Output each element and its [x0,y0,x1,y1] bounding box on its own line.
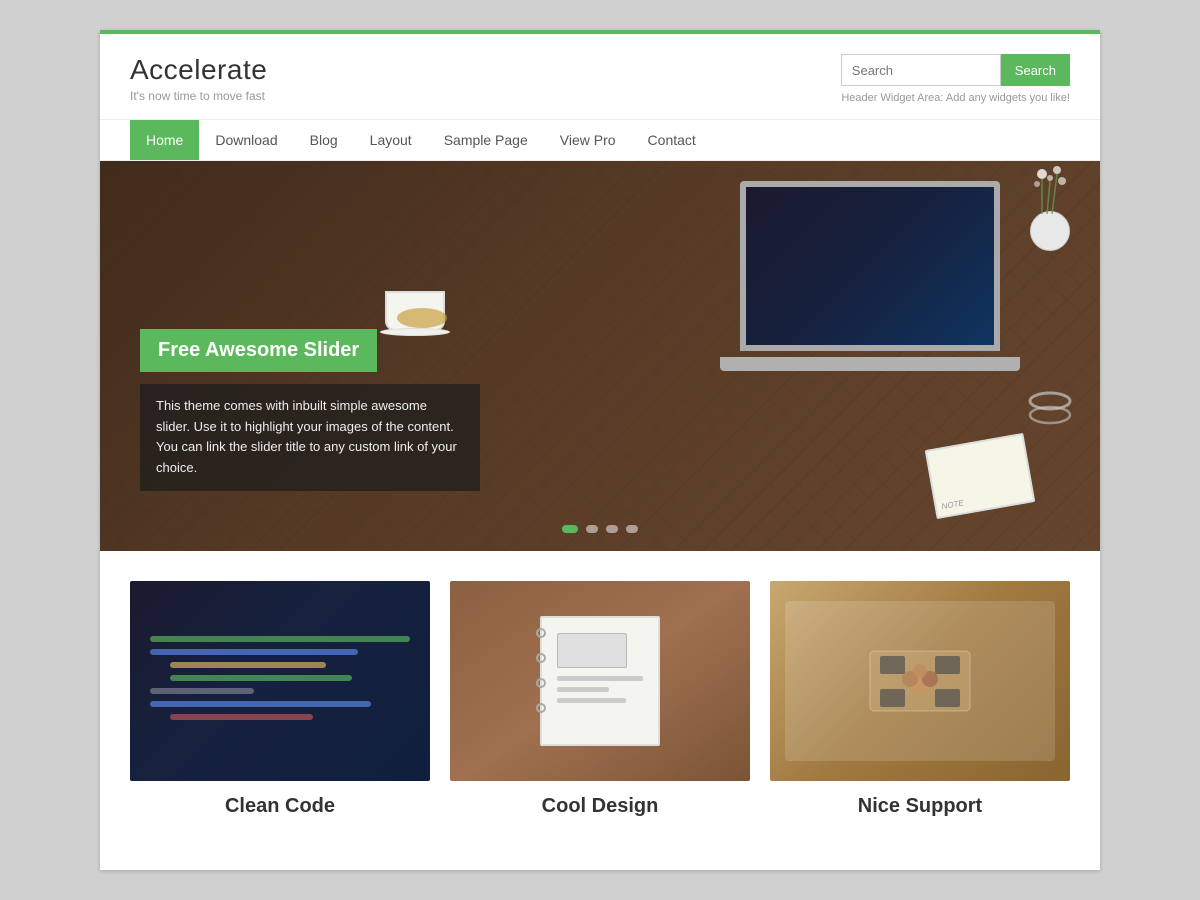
nav-link-blog[interactable]: Blog [294,120,354,160]
wireframe-lines [542,618,658,724]
cup-tea [397,308,447,328]
features-grid: Clean Code [100,551,1100,844]
slider-title: Free Awesome Slider [140,329,377,372]
nav-link-layout[interactable]: Layout [354,120,428,160]
design-image [450,581,750,781]
ring-3 [536,678,546,688]
code-line-4 [170,675,352,681]
wf-box-1 [557,633,627,668]
wf-line-2 [557,687,609,692]
slider-dot-2[interactable] [586,525,598,533]
laptop-base [720,357,1020,371]
book-cover: NOTE [925,433,1036,519]
code-line-7 [170,714,313,720]
nav-item-viewpro[interactable]: View Pro [544,120,632,160]
search-input[interactable] [841,54,1001,86]
site-tagline: It's now time to move fast [130,89,267,103]
ring-2 [536,653,546,663]
slider-dot-3[interactable] [606,525,618,533]
main-nav: Home Download Blog Layout Sample Page Vi… [100,119,1100,161]
cup-body [385,291,445,331]
site-branding: Accelerate It's now time to move fast [130,54,267,103]
code-line-6 [150,701,371,707]
feature-card-support: Nice Support [770,581,1070,824]
header-right: Search Header Widget Area: Add any widge… [841,54,1070,104]
site-header: Accelerate It's now time to move fast Se… [100,34,1100,119]
search-form: Search [841,54,1070,86]
nav-link-sample[interactable]: Sample Page [428,120,544,160]
notebook-graphic [540,616,660,746]
feature-img-code [130,581,430,781]
table-view-graphic [785,601,1055,761]
slider-dots [562,525,638,533]
nav-link-viewpro[interactable]: View Pro [544,120,632,160]
code-image [130,581,430,781]
slider-description: This theme comes with inbuilt simple awe… [140,384,480,491]
nav-item-layout[interactable]: Layout [354,120,428,160]
laptop-screen [740,181,1000,351]
tea-cup [380,281,450,336]
site-title: Accelerate [130,54,267,86]
laptop-graphic [720,181,1020,401]
nav-item-sample[interactable]: Sample Page [428,120,544,160]
header-widget-text: Header Widget Area: Add any widgets you … [841,92,1070,104]
flowers-decoration [1020,171,1080,251]
feature-card-design: Cool Design [450,581,750,824]
code-line-3 [170,662,326,668]
feature-title-code: Clean Code [130,795,430,818]
feature-img-design [450,581,750,781]
ring-4 [536,703,546,713]
feature-card-code: Clean Code [130,581,430,824]
slider-dot-1[interactable] [562,525,578,533]
laptop-screen-inner [746,187,994,345]
feature-title-support: Nice Support [770,795,1070,818]
support-image [770,581,1070,781]
slider-content: Free Awesome Slider This theme comes wit… [140,329,480,491]
wf-line-3 [557,698,626,703]
feature-img-support [770,581,1070,781]
ring-1 [536,628,546,638]
page-wrapper: Accelerate It's now time to move fast Se… [100,30,1100,870]
search-button[interactable]: Search [1001,54,1070,86]
code-line-5 [150,688,254,694]
nav-list: Home Download Blog Layout Sample Page Vi… [130,120,1070,160]
nav-link-download[interactable]: Download [199,120,293,160]
book-graphic: NOTE [920,431,1040,511]
nav-item-download[interactable]: Download [199,120,293,160]
wf-line-1 [557,676,643,681]
flower-pot [1030,211,1070,251]
nav-item-blog[interactable]: Blog [294,120,354,160]
bracelets-icon [1025,381,1075,441]
book-text: NOTE [941,498,964,511]
slider-dot-4[interactable] [626,525,638,533]
code-lines-graphic [150,636,410,727]
nav-link-contact[interactable]: Contact [632,120,712,160]
nav-item-home[interactable]: Home [130,120,199,160]
feature-title-design: Cool Design [450,795,750,818]
hands-meeting-icon [860,641,980,721]
code-line-2 [150,649,358,655]
nav-item-contact[interactable]: Contact [632,120,712,160]
hands-meeting-graphic [785,601,1055,761]
notebook-rings [536,618,546,744]
code-line-1 [150,636,410,642]
hero-slider: NOTE Free Awesome Slider This theme come… [100,161,1100,551]
flower-stems-icon [1032,166,1072,216]
nav-link-home[interactable]: Home [130,120,199,160]
